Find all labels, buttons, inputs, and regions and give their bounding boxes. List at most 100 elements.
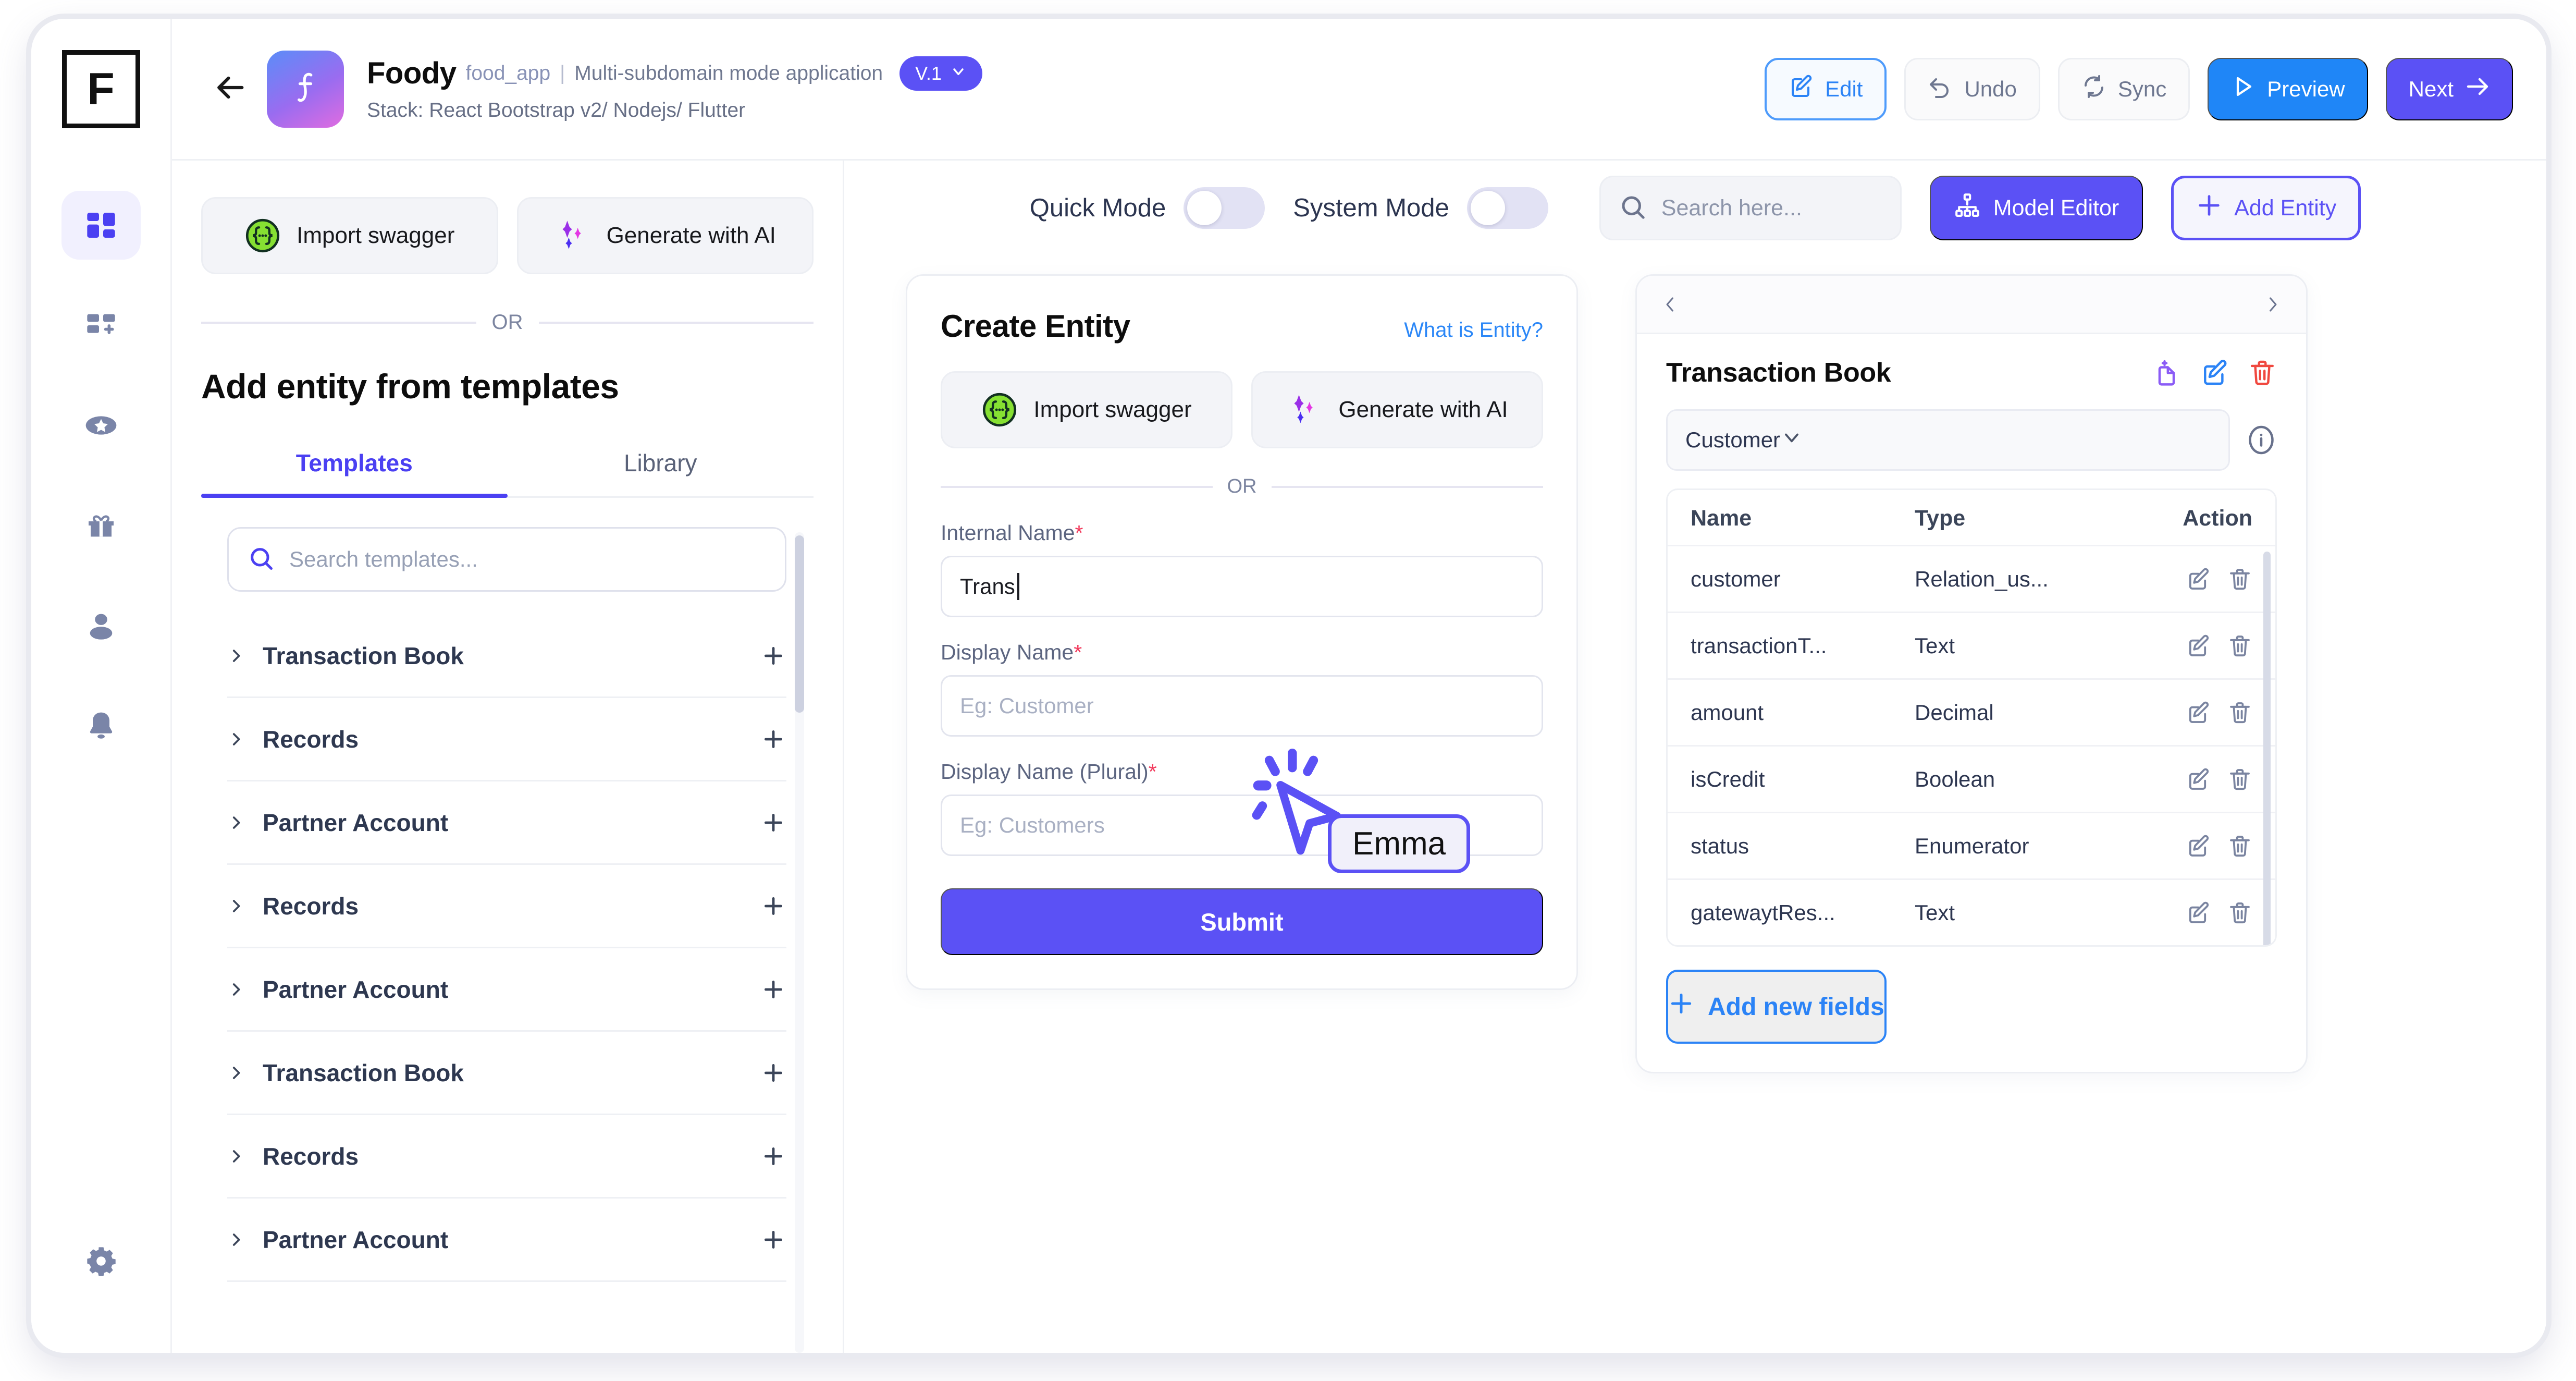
- toggle-knob: [1470, 191, 1505, 225]
- info-icon[interactable]: [2246, 424, 2277, 456]
- table-row[interactable]: isCredit Boolean: [1668, 745, 2275, 812]
- arrow-right-icon: [2465, 74, 2490, 104]
- create-entity-card: Create Entity What is Entity? Import swa…: [906, 274, 1578, 990]
- app-header: Foody food_app | Multi-subdomain mode ap…: [172, 19, 2546, 161]
- list-item[interactable]: Transaction Book: [227, 1032, 786, 1115]
- list-item[interactable]: Records: [227, 865, 786, 948]
- delete-icon[interactable]: [2227, 834, 2252, 859]
- table-row[interactable]: transactionT... Text: [1668, 612, 2275, 678]
- edit-icon[interactable]: [2186, 900, 2211, 925]
- list-item-label: Records: [263, 1142, 359, 1170]
- display-name-input[interactable]: Eg: Customer: [941, 675, 1543, 737]
- what-is-entity-link[interactable]: What is Entity?: [1404, 319, 1543, 342]
- display-name-plural-input[interactable]: Eg: Customers: [941, 795, 1543, 856]
- add-template-icon[interactable]: [760, 893, 786, 919]
- list-item[interactable]: Records: [227, 698, 786, 781]
- sidebar-nav: [61, 191, 141, 760]
- workspace-search-input[interactable]: Search here...: [1599, 176, 1902, 240]
- clone-icon[interactable]: [2152, 358, 2181, 387]
- sync-button[interactable]: Sync: [2057, 57, 2190, 120]
- version-selector[interactable]: V.1: [899, 56, 982, 91]
- templates-scrollbar-thumb[interactable]: [795, 535, 804, 713]
- sidebar-item-dashboard[interactable]: [61, 191, 141, 260]
- chevron-right-icon: [227, 896, 245, 916]
- edit-icon[interactable]: [2186, 834, 2211, 859]
- internal-name-input[interactable]: Trans: [941, 556, 1543, 617]
- list-item-label: Partner Account: [263, 809, 449, 836]
- list-item[interactable]: Records: [227, 1115, 786, 1199]
- add-entity-button[interactable]: Add Entity: [2171, 176, 2361, 240]
- sync-icon: [2081, 74, 2106, 104]
- add-template-icon[interactable]: [760, 1143, 786, 1169]
- field-name: transactionT...: [1691, 633, 1827, 658]
- edit-icon[interactable]: [2186, 567, 2211, 592]
- add-template-icon[interactable]: [760, 726, 786, 752]
- tab-library[interactable]: Library: [508, 434, 814, 496]
- next-button[interactable]: Next: [2385, 57, 2513, 120]
- delete-icon[interactable]: [2227, 567, 2252, 592]
- list-item[interactable]: Partner Account: [227, 1199, 786, 1282]
- list-item[interactable]: Partner Account: [227, 948, 786, 1032]
- add-template-icon[interactable]: [760, 810, 786, 836]
- divider-line-right: [538, 321, 814, 324]
- system-mode-toggle[interactable]: [1466, 187, 1548, 229]
- next-button-label: Next: [2408, 76, 2454, 101]
- add-new-fields-button[interactable]: Add new fields: [1666, 970, 1887, 1044]
- entity-select[interactable]: Customer: [1666, 409, 2230, 471]
- row-actions: [2138, 834, 2252, 859]
- import-swagger-button[interactable]: Import swagger: [201, 197, 498, 274]
- add-template-icon[interactable]: [760, 1060, 786, 1086]
- gift-icon: [84, 509, 118, 542]
- create-entity-title: Create Entity: [941, 309, 1130, 344]
- column-header-name: Name: [1691, 506, 1752, 531]
- back-button[interactable]: [201, 71, 258, 106]
- create-generate-with-ai-button[interactable]: Generate with AI: [1251, 371, 1543, 448]
- table-row[interactable]: customer Relation_us...: [1668, 545, 2275, 612]
- app-window: F Foody food_app | Multi-subdomain mode …: [31, 19, 2546, 1353]
- add-template-icon[interactable]: [760, 643, 786, 669]
- field-type: Text: [1915, 900, 1955, 925]
- source-buttons: Import swagger Generate with AI: [201, 197, 814, 274]
- edit-icon[interactable]: [2200, 358, 2229, 387]
- edit-icon[interactable]: [2186, 767, 2211, 792]
- tab-templates[interactable]: Templates: [201, 434, 508, 498]
- model-editor-button[interactable]: Model Editor: [1929, 176, 2143, 240]
- or-divider: OR: [201, 311, 814, 334]
- delete-icon[interactable]: [2227, 767, 2252, 792]
- toggle-knob: [1187, 191, 1222, 225]
- edit-button[interactable]: Edit: [1765, 57, 1887, 120]
- submit-button[interactable]: Submit: [941, 888, 1543, 955]
- sidebar-item-settings[interactable]: [61, 1227, 141, 1296]
- templates-panel: Import swagger Generate with AI OR Add e…: [172, 161, 844, 1353]
- generate-with-ai-button[interactable]: Generate with AI: [516, 197, 814, 274]
- add-template-icon[interactable]: [760, 1227, 786, 1253]
- search-templates-input[interactable]: Search templates...: [227, 527, 786, 592]
- delete-icon[interactable]: [2227, 700, 2252, 725]
- preview-button[interactable]: Preview: [2208, 57, 2368, 120]
- chevron-right-icon: [227, 1146, 245, 1166]
- sidebar-item-profile[interactable]: [61, 591, 141, 660]
- quick-mode-toggle[interactable]: [1184, 187, 1265, 229]
- create-import-swagger-button[interactable]: Import swagger: [941, 371, 1232, 448]
- create-generate-with-ai-label: Generate with AI: [1338, 397, 1508, 422]
- table-row[interactable]: status Enumerator: [1668, 812, 2275, 878]
- delete-icon[interactable]: [2227, 633, 2252, 658]
- list-item[interactable]: Partner Account: [227, 781, 786, 865]
- table-row[interactable]: gatewaytRes... Text: [1668, 878, 2275, 945]
- edit-icon[interactable]: [2186, 700, 2211, 725]
- sidebar-item-favorites[interactable]: [61, 391, 141, 460]
- table-row[interactable]: amount Decimal: [1668, 678, 2275, 745]
- chevron-left-icon[interactable]: [1661, 292, 1680, 316]
- fields-table-scrollbar-thumb[interactable]: [2263, 552, 2271, 945]
- delete-icon[interactable]: [2227, 900, 2252, 925]
- sidebar-item-rewards[interactable]: [61, 491, 141, 560]
- chevron-right-icon[interactable]: [2263, 292, 2282, 316]
- add-template-icon[interactable]: [760, 976, 786, 1003]
- sidebar-item-add-dashboard[interactable]: [61, 291, 141, 360]
- delete-icon[interactable]: [2248, 358, 2277, 387]
- sidebar-item-notifications[interactable]: [61, 691, 141, 760]
- app-logo-mark: F: [61, 50, 140, 128]
- undo-button[interactable]: Undo: [1904, 57, 2040, 120]
- edit-icon[interactable]: [2186, 633, 2211, 658]
- list-item[interactable]: Transaction Book: [227, 615, 786, 698]
